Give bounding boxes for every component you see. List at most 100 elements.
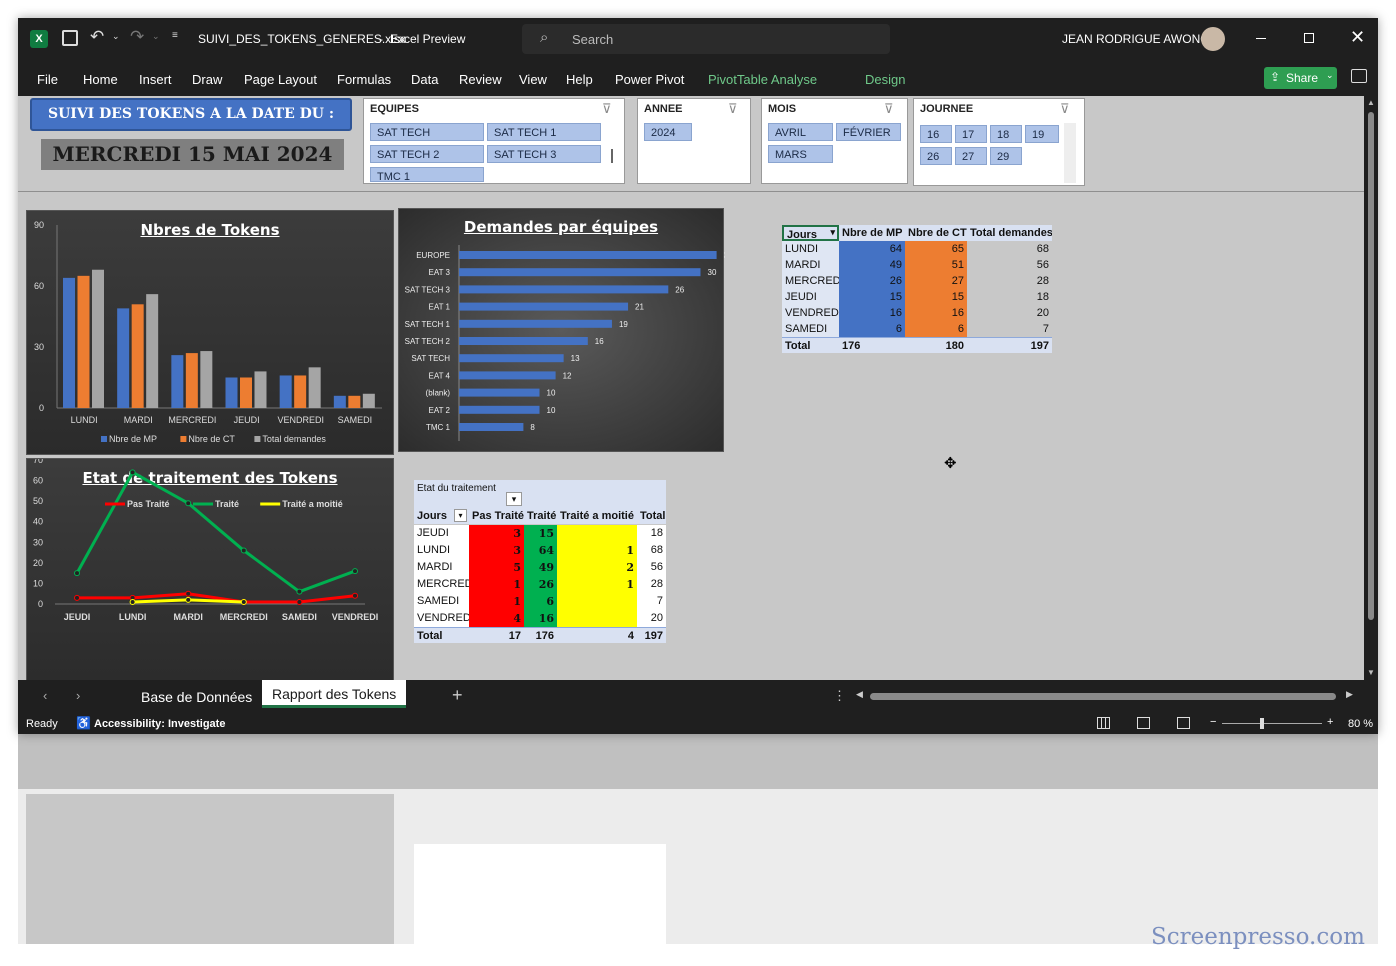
slicer-item-avril[interactable]: AVRIL: [768, 123, 833, 141]
pivot2-cell[interactable]: 3: [469, 525, 524, 542]
slicer-annee[interactable]: ANNEE ⊽ 2024: [637, 98, 751, 184]
horizontal-scrollbar-thumb[interactable]: [870, 693, 1336, 700]
redo-dropdown-icon[interactable]: ⌄: [152, 31, 160, 42]
search-box[interactable]: ⌕ Search: [522, 24, 890, 54]
pivot2-cell[interactable]: 49: [524, 559, 557, 576]
pivot2-header[interactable]: Traité a moitié: [557, 508, 637, 524]
zoom-in-icon[interactable]: +: [1327, 716, 1333, 728]
pivot1-cell[interactable]: 49: [839, 257, 905, 273]
vertical-scrollbar[interactable]: ▲ ▼: [1364, 96, 1378, 680]
menu-design[interactable]: Design: [865, 72, 905, 87]
pivot2-cell[interactable]: 15: [524, 525, 557, 542]
pivot2-total-cell[interactable]: 176: [524, 627, 557, 643]
pivot2-cell[interactable]: 64: [524, 542, 557, 559]
clear-filter-icon[interactable]: ⊽: [1060, 101, 1070, 117]
pivot2-cell[interactable]: 6: [524, 593, 557, 610]
menu-data[interactable]: Data: [411, 72, 438, 87]
slicer-item-16[interactable]: 16: [920, 125, 952, 143]
page-break-view-icon[interactable]: [1177, 717, 1190, 729]
slicer-item-19[interactable]: 19: [1025, 125, 1059, 143]
pivot1-cell[interactable]: MERCREDI: [782, 273, 839, 289]
pivot1-cell[interactable]: 6: [905, 321, 967, 337]
pivot1-cell[interactable]: 64: [839, 241, 905, 257]
worksheet[interactable]: SUIVI DES TOKENS A LA DATE DU : MERCREDI…: [18, 96, 1364, 694]
pivot2-cell[interactable]: 4: [469, 610, 524, 627]
scroll-up-icon[interactable]: ▲: [1367, 98, 1375, 107]
filter-dropdown-icon[interactable]: ▾: [454, 509, 467, 522]
customize-toolbar-icon[interactable]: ≡: [172, 30, 178, 41]
menu-view[interactable]: View: [519, 72, 547, 87]
pivot2-cell[interactable]: 5: [469, 559, 524, 576]
slicer-item-27[interactable]: 27: [955, 147, 987, 165]
pivot1-cell[interactable]: 7: [967, 321, 1052, 337]
menu-page-layout[interactable]: Page Layout: [244, 72, 317, 87]
pivot2-cell[interactable]: 7: [637, 593, 666, 610]
slicer-item-26[interactable]: 26: [920, 147, 952, 165]
zoom-slider[interactable]: [1222, 723, 1322, 724]
status-accessibility[interactable]: Accessibility: Investigate: [94, 718, 225, 730]
pivot1-cell[interactable]: 16: [905, 305, 967, 321]
menu-pivottable-analyse[interactable]: PivotTable Analyse: [708, 72, 817, 87]
pivot2-cell[interactable]: 16: [524, 610, 557, 627]
slicer-item-sat-tech-3[interactable]: SAT TECH 3: [487, 145, 601, 163]
scroll-down-icon[interactable]: ▼: [1367, 668, 1375, 677]
chart-nbres-tokens[interactable]: Nbres de Tokens 0 30 60 90 LUNDI MARDI MERCRED…: [26, 210, 394, 455]
chart-demandes-equipes[interactable]: Demandes par équipes EUROPE32EAT 330SAT …: [398, 208, 725, 452]
slicer-item-sat-tech-2[interactable]: SAT TECH 2: [370, 145, 484, 163]
pivot2-cell[interactable]: [557, 525, 637, 542]
pivot-table-etat[interactable]: Etat du traitement ▾ Jours Pas Traité Trai…: [414, 480, 666, 644]
slicer-item-17[interactable]: 17: [955, 125, 987, 143]
pivot2-header[interactable]: Traité: [524, 508, 557, 524]
page-layout-view-icon[interactable]: [1137, 717, 1150, 729]
avatar[interactable]: [1201, 27, 1225, 51]
pivot1-cell[interactable]: JEUDI: [782, 289, 839, 305]
slicer-scrollbar[interactable]: [1064, 123, 1076, 183]
pivot2-header[interactable]: Pas Traité: [469, 508, 524, 524]
slicer-item-mars[interactable]: MARS: [768, 145, 833, 163]
pivot2-cell[interactable]: 68: [637, 542, 666, 559]
pivot1-cell[interactable]: SAMEDI: [782, 321, 839, 337]
slicer-item-2024[interactable]: 2024: [644, 123, 692, 141]
pivot1-cell[interactable]: 51: [905, 257, 967, 273]
hscroll-right-icon[interactable]: ▶: [1346, 689, 1353, 700]
slicer-item-sat-tech[interactable]: SAT TECH: [370, 123, 484, 141]
pivot2-cell[interactable]: 2: [557, 559, 637, 576]
pivot2-cell[interactable]: 20: [637, 610, 666, 627]
pivot1-cell[interactable]: 20: [967, 305, 1052, 321]
pivot2-cell[interactable]: [557, 593, 637, 610]
pivot2-cell[interactable]: MARDI: [414, 559, 469, 576]
share-button[interactable]: ⇪ Share ⌄: [1264, 67, 1337, 89]
sheet-tab-rapport[interactable]: Rapport des Tokens: [262, 680, 406, 708]
menu-file[interactable]: File: [37, 72, 58, 87]
undo-icon[interactable]: ↶: [90, 27, 104, 47]
menu-power-pivot[interactable]: Power Pivot: [615, 72, 684, 87]
normal-view-icon[interactable]: [1097, 717, 1110, 729]
pivot1-cell[interactable]: 18: [967, 289, 1052, 305]
pivot1-cell[interactable]: 28: [967, 273, 1052, 289]
undo-dropdown-icon[interactable]: ⌄: [112, 31, 120, 42]
menu-draw[interactable]: Draw: [192, 72, 222, 87]
pivot2-total-cell[interactable]: Total: [414, 627, 469, 643]
pivot2-cell[interactable]: LUNDI: [414, 542, 469, 559]
pivot-table-jours[interactable]: Jours ▾ Nbre de MP Nbre de CT Total deman…: [782, 225, 1052, 354]
pivot2-cell[interactable]: 56: [637, 559, 666, 576]
chart-etat-traitement[interactable]: Etat de traitement des Tokens 0 10 20 30 40 5…: [26, 458, 394, 694]
close-icon[interactable]: ✕: [1350, 27, 1365, 48]
pivot1-total-cell[interactable]: 176: [839, 337, 905, 353]
pivot2-cell[interactable]: SAMEDI: [414, 593, 469, 610]
pivot2-cell[interactable]: MERCREDI: [414, 576, 469, 593]
pivot1-total-cell[interactable]: 197: [967, 337, 1052, 353]
pivot1-cell[interactable]: 65: [905, 241, 967, 257]
clear-filter-icon[interactable]: ⊽: [884, 101, 894, 117]
pivot2-cell[interactable]: 26: [524, 576, 557, 593]
filter-dropdown-icon[interactable]: ▾: [506, 492, 522, 506]
clear-filter-icon[interactable]: ⊽: [728, 101, 738, 117]
slicer-mois[interactable]: MOIS ⊽ AVRIL FÉVRIER MARS: [761, 98, 908, 184]
pivot2-cell[interactable]: 1: [469, 576, 524, 593]
slicer-item-sat-tech-1[interactable]: SAT TECH 1: [487, 123, 601, 141]
pivot1-header-jours[interactable]: Jours ▾: [782, 225, 839, 241]
slicer-item-tmc-1[interactable]: TMC 1: [370, 167, 484, 183]
pivot1-total-cell[interactable]: 180: [905, 337, 967, 353]
pivot2-cell[interactable]: 18: [637, 525, 666, 542]
restore-icon[interactable]: [1304, 33, 1314, 43]
